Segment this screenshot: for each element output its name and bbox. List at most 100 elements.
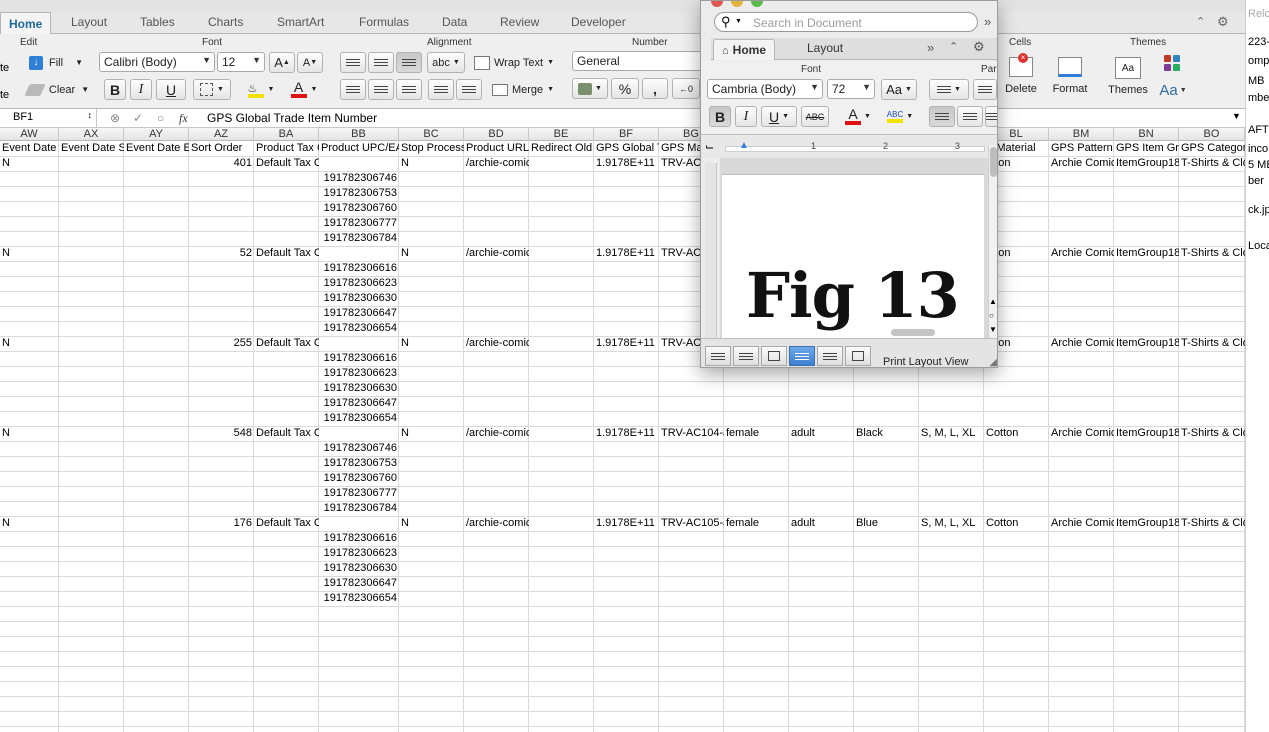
tab-layout[interactable]: Layout <box>71 15 107 29</box>
cell-product-url[interactable]: /archie-comics-art-nouvea <box>464 246 529 261</box>
cell-upc[interactable]: 191782306616 <box>319 351 399 366</box>
merge-button[interactable]: Merge ▼ <box>487 79 559 100</box>
tab-formulas[interactable]: Formulas <box>359 15 409 29</box>
word-bold-button[interactable]: B <box>709 106 731 127</box>
header-cell[interactable]: Product UPC/EA <box>319 141 399 156</box>
cell-color[interactable]: Blue <box>854 516 919 531</box>
align-center-button[interactable] <box>368 79 394 100</box>
header-cell[interactable]: Redirect Old <box>529 141 594 156</box>
header-cell[interactable]: Stop Process <box>399 141 464 156</box>
wrap-text-button[interactable]: Wrap Text ▼ <box>470 52 558 73</box>
scroll-thumb[interactable] <box>990 147 997 177</box>
column-header-ax[interactable]: AX <box>59 128 124 141</box>
cell-upc[interactable]: 191782306760 <box>319 201 399 216</box>
align-right-button[interactable] <box>396 79 422 100</box>
cell-gtin[interactable]: 1.9178E+11 <box>594 516 659 531</box>
cell-age-group[interactable]: adult <box>789 516 854 531</box>
cell-upc[interactable]: 191782306654 <box>319 321 399 336</box>
column-header-bo[interactable]: BO <box>1179 128 1245 141</box>
horizontal-scroll-thumb[interactable] <box>891 329 935 336</box>
themes-button[interactable]: Aa Themes <box>1104 52 1152 100</box>
document-text[interactable]: Fig 13 <box>746 259 960 332</box>
cell-pattern[interactable]: Archie Comic <box>1049 246 1114 261</box>
cell-product-url[interactable]: /archie-comics-girls-girls-s <box>464 336 529 351</box>
header-cell[interactable]: Product URL <box>464 141 529 156</box>
cell-product-url[interactable]: /archie-comics-the-band-g <box>464 426 529 441</box>
cell-upc[interactable]: 191782306623 <box>319 366 399 381</box>
comma-style-button[interactable]: , <box>642 78 668 99</box>
word-align-left-button[interactable] <box>929 106 955 127</box>
cell-event-flag[interactable]: N <box>0 246 59 261</box>
cell-upc[interactable]: 191782306784 <box>319 231 399 246</box>
align-middle-button[interactable] <box>368 52 394 73</box>
column-header-ay[interactable]: AY <box>124 128 189 141</box>
cell-category[interactable]: T-Shirts & Clo <box>1179 156 1245 171</box>
tab-tables[interactable]: Tables <box>140 15 175 29</box>
next-page-icon[interactable]: ▼ <box>989 325 997 334</box>
word-tab-home[interactable]: ⌂ Home <box>713 39 775 60</box>
fill-button[interactable]: ↓ Fill ▼ <box>24 52 88 73</box>
gear-icon[interactable]: ⚙ <box>973 39 985 55</box>
header-cell[interactable]: Event Date Is <box>0 141 59 156</box>
fill-color-button[interactable]: ♨ ▼ <box>242 79 280 100</box>
column-header-aw[interactable]: AW <box>0 128 59 141</box>
font-name-select[interactable]: Calibri (Body) ▼ <box>99 52 215 72</box>
cell-event-flag[interactable]: N <box>0 516 59 531</box>
column-header-bb[interactable]: BB <box>319 128 399 141</box>
cell-pattern[interactable]: Archie Comic <box>1049 156 1114 171</box>
cancel-formula-icon[interactable]: ⊗ <box>110 111 120 125</box>
cell-upc[interactable]: 191782306616 <box>319 261 399 276</box>
focus-view-button[interactable] <box>845 346 871 366</box>
column-header-bn[interactable]: BN <box>1114 128 1179 141</box>
cell-stop-process[interactable]: N <box>399 336 464 351</box>
overflow-chevron-icon[interactable]: » <box>927 40 934 55</box>
cell-upc[interactable]: 191782306647 <box>319 576 399 591</box>
column-header-ba[interactable]: BA <box>254 128 319 141</box>
vertical-ruler[interactable] <box>705 163 717 338</box>
word-document-window[interactable]: ⚲ ▼ Search in Document » ⌂ Home Layout » … <box>700 0 998 368</box>
cell-event-flag[interactable]: N <box>0 336 59 351</box>
column-header-bc[interactable]: BC <box>399 128 464 141</box>
cell-upc[interactable]: 191782306654 <box>319 591 399 606</box>
cell-upc[interactable]: 191782306630 <box>319 381 399 396</box>
cell-gtin[interactable]: 1.9178E+11 <box>594 156 659 171</box>
header-cell[interactable]: Product Tax C <box>254 141 319 156</box>
cell-upc[interactable]: 191782306753 <box>319 186 399 201</box>
close-window-icon[interactable] <box>711 1 723 7</box>
publishing-view-button[interactable] <box>761 346 787 366</box>
cell-stop-process[interactable]: N <box>399 156 464 171</box>
number-format-select[interactable]: General <box>572 51 702 71</box>
cell-mpn[interactable]: TRV-AC105-J <box>659 516 724 531</box>
header-cell[interactable]: Event Date E <box>124 141 189 156</box>
cell-size[interactable]: S, M, L, XL <box>919 516 984 531</box>
increase-font-size-button[interactable]: A ▲ <box>269 52 295 73</box>
cell-upc[interactable]: 191782306654 <box>319 411 399 426</box>
font-color-button[interactable]: A ▼ <box>284 79 324 100</box>
strikethrough-button[interactable]: ABC <box>801 106 829 127</box>
header-cell[interactable]: GPS Item Gro <box>1114 141 1179 156</box>
header-cell[interactable]: GPS Global T <box>594 141 659 156</box>
ribbon-item-fragment[interactable]: te <box>0 62 9 74</box>
bold-button[interactable]: B <box>104 79 126 100</box>
minimize-window-icon[interactable] <box>731 1 743 7</box>
column-header-be[interactable]: BE <box>529 128 594 141</box>
cell-tax-class[interactable]: Default Tax Class <box>254 516 319 531</box>
tab-developer[interactable]: Developer <box>571 15 626 29</box>
cell-upc[interactable]: 191782306630 <box>319 561 399 576</box>
browse-object-icon[interactable]: ○ <box>989 311 994 320</box>
cell-event-flag[interactable]: N <box>0 426 59 441</box>
column-header-bd[interactable]: BD <box>464 128 529 141</box>
column-header-az[interactable]: AZ <box>189 128 254 141</box>
italic-button[interactable]: I <box>130 79 152 100</box>
header-cell[interactable]: GPS Pattern <box>1049 141 1114 156</box>
overflow-chevron-icon[interactable]: » <box>984 14 991 29</box>
cell-stop-process[interactable]: N <box>399 516 464 531</box>
cell-material[interactable]: Cotton <box>984 426 1049 441</box>
word-tab-layout[interactable]: Layout <box>807 41 843 55</box>
decrease-indent-button[interactable] <box>428 79 454 100</box>
document-page[interactable]: Fig 13 <box>722 174 984 338</box>
notebook-view-button[interactable] <box>817 346 843 366</box>
tab-stop-icon[interactable]: ⌙ <box>705 140 714 153</box>
tab-smartart[interactable]: SmartArt <box>277 15 324 29</box>
cell-category[interactable]: T-Shirts & Clo <box>1179 246 1245 261</box>
